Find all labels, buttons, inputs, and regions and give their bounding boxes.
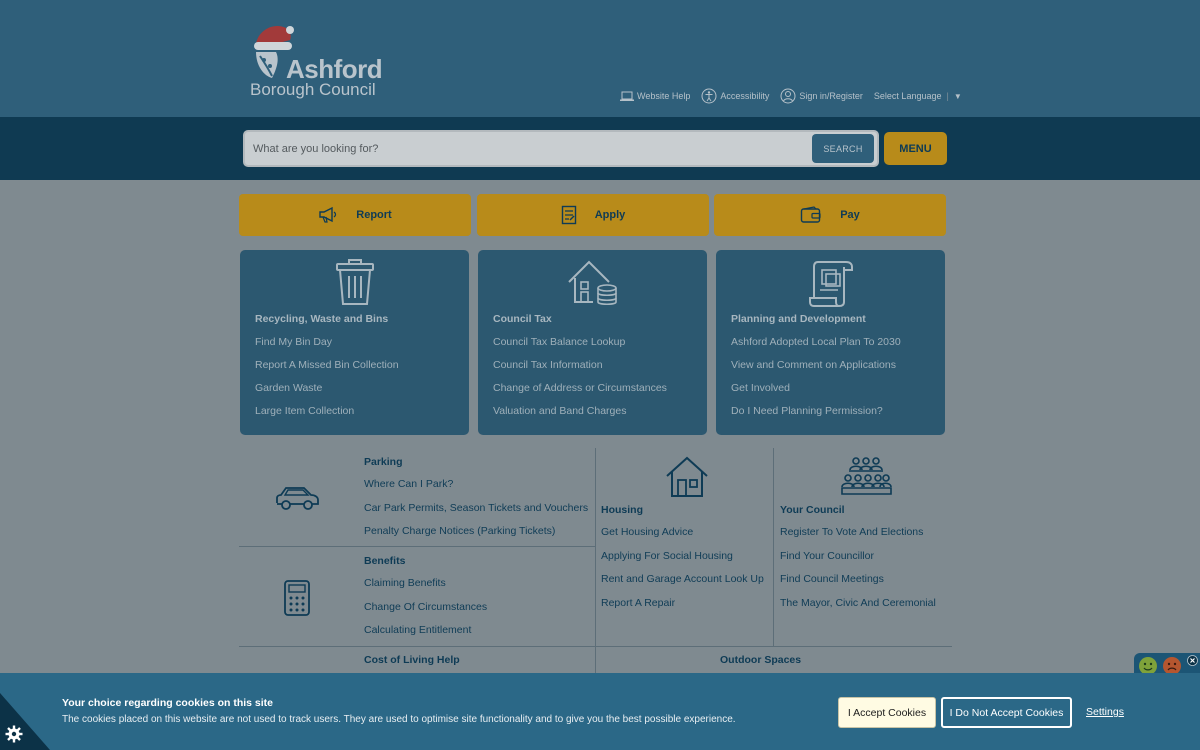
card-link[interactable]: Large Item Collection <box>255 405 399 428</box>
section-title-housing[interactable]: Housing <box>601 504 643 516</box>
cookie-settings-link[interactable]: Settings <box>1086 706 1124 718</box>
section-link[interactable]: Register To Vote And Elections <box>780 526 936 550</box>
plan-scroll-icon <box>808 261 853 307</box>
search-button[interactable]: SEARCH <box>812 134 874 163</box>
card-link[interactable]: Report A Missed Bin Collection <box>255 359 399 382</box>
divider <box>239 646 952 647</box>
language-select[interactable]: Select Language | ▼ <box>874 91 962 101</box>
card-link[interactable]: Ashford Adopted Local Plan To 2030 <box>731 336 901 359</box>
section-title-outdoor-spaces[interactable]: Outdoor Spaces <box>720 654 801 666</box>
card-link[interactable]: Valuation and Band Charges <box>493 405 667 428</box>
laptop-icon <box>620 91 634 101</box>
section-link[interactable]: Calculating Entitlement <box>364 624 487 648</box>
section-link[interactable]: Penalty Charge Notices (Parking Tickets) <box>364 525 588 549</box>
language-label: Select Language <box>873 91 942 101</box>
card-link[interactable]: Find My Bin Day <box>255 336 399 359</box>
section-link[interactable]: Find Your Councillor <box>780 550 936 574</box>
accept-cookies-button[interactable]: I Accept Cookies <box>838 697 936 728</box>
council-seats-icon <box>841 457 892 495</box>
card-link[interactable]: View and Comment on Applications <box>731 359 901 382</box>
section-link[interactable]: Get Housing Advice <box>601 526 764 550</box>
website-help-label: Website Help <box>637 91 691 101</box>
decline-cookies-button[interactable]: I Do Not Accept Cookies <box>941 697 1072 728</box>
house-icon <box>666 456 708 497</box>
section-link[interactable]: Car Park Permits, Season Tickets and Vou… <box>364 502 588 526</box>
gear-icon[interactable] <box>5 725 23 743</box>
bin-icon <box>335 259 374 305</box>
card-link-list: Council Tax Balance Lookup Council Tax I… <box>493 336 667 428</box>
section-link[interactable]: Report A Repair <box>601 597 764 621</box>
council-link-list: Register To Vote And Elections Find Your… <box>780 526 936 620</box>
wallet-icon <box>801 206 821 223</box>
car-icon <box>276 487 319 510</box>
card-title: Recycling, Waste and Bins <box>255 313 389 325</box>
pay-button[interactable]: Pay <box>714 194 946 236</box>
sign-in-link[interactable]: Sign in/Register <box>780 88 863 104</box>
chevron-down-icon: ▼ <box>953 91 962 101</box>
accessibility-label: Accessibility <box>720 91 770 101</box>
cookie-text: The cookies placed on this website are n… <box>62 714 736 725</box>
section-title-cost-of-living[interactable]: Cost of Living Help <box>364 654 460 666</box>
section-link[interactable]: The Mayor, Civic And Ceremonial <box>780 597 936 621</box>
card-link[interactable]: Council Tax Information <box>493 359 667 382</box>
card-link[interactable]: Council Tax Balance Lookup <box>493 336 667 359</box>
site-header: Ashford Borough Council Website Help Acc… <box>0 0 1200 117</box>
utility-nav: Website Help Accessibility Sign in/Regis… <box>620 86 962 106</box>
language-divider: | <box>946 91 949 101</box>
accessibility-icon <box>701 88 717 104</box>
apply-button[interactable]: Apply <box>477 194 709 236</box>
section-link[interactable]: Claiming Benefits <box>364 577 487 601</box>
card-link[interactable]: Garden Waste <box>255 382 399 405</box>
apply-label: Apply <box>594 209 626 221</box>
section-title-your-council[interactable]: Your Council <box>780 504 845 516</box>
user-icon <box>780 88 796 104</box>
parking-link-list: Where Can I Park? Car Park Permits, Seas… <box>364 478 588 549</box>
card-link[interactable]: Get Involved <box>731 382 901 405</box>
form-icon <box>561 205 576 225</box>
sign-in-label: Sign in/Register <box>799 91 863 101</box>
section-title-benefits[interactable]: Benefits <box>364 555 405 567</box>
house-coins-icon <box>567 260 617 306</box>
card-link[interactable]: Do I Need Planning Permission? <box>731 405 901 428</box>
card-title: Council Tax <box>493 313 552 325</box>
divider <box>773 448 774 646</box>
card-link-list: Ashford Adopted Local Plan To 2030 View … <box>731 336 901 428</box>
card-link[interactable]: Change of Address or Circumstances <box>493 382 667 405</box>
report-button[interactable]: Report <box>239 194 471 236</box>
search-bar: SEARCH MENU <box>0 117 1200 180</box>
housing-link-list: Get Housing Advice Applying For Social H… <box>601 526 764 620</box>
cookie-title: Your choice regarding cookies on this si… <box>62 697 274 709</box>
search-input[interactable] <box>253 138 793 160</box>
website-help-link[interactable]: Website Help <box>620 91 690 102</box>
menu-button[interactable]: MENU <box>884 132 947 165</box>
section-link[interactable]: Change Of Circumstances <box>364 601 487 625</box>
close-icon[interactable] <box>1187 655 1198 666</box>
section-link[interactable]: Where Can I Park? <box>364 478 588 502</box>
card-link-list: Find My Bin Day Report A Missed Bin Coll… <box>255 336 399 428</box>
benefits-link-list: Claiming Benefits Change Of Circumstance… <box>364 577 487 648</box>
section-title-parking[interactable]: Parking <box>364 456 403 468</box>
card-recycling: Recycling, Waste and Bins Find My Bin Da… <box>240 250 469 435</box>
calculator-icon <box>284 580 310 616</box>
section-link[interactable]: Applying For Social Housing <box>601 550 764 574</box>
card-planning: Planning and Development Ashford Adopted… <box>716 250 945 435</box>
council-logo[interactable]: Ashford Borough Council <box>250 22 383 104</box>
section-link[interactable]: Rent and Garage Account Look Up <box>601 573 764 597</box>
search-box: SEARCH <box>243 130 879 167</box>
pay-label: Pay <box>840 209 860 221</box>
logo-subtitle: Borough Council <box>250 80 376 99</box>
accessibility-link[interactable]: Accessibility <box>701 88 769 104</box>
megaphone-icon <box>319 206 337 223</box>
card-council-tax: Council Tax Council Tax Balance Lookup C… <box>478 250 707 435</box>
section-link[interactable]: Find Council Meetings <box>780 573 936 597</box>
report-label: Report <box>356 209 392 221</box>
divider <box>595 448 596 673</box>
card-title: Planning and Development <box>731 313 866 325</box>
